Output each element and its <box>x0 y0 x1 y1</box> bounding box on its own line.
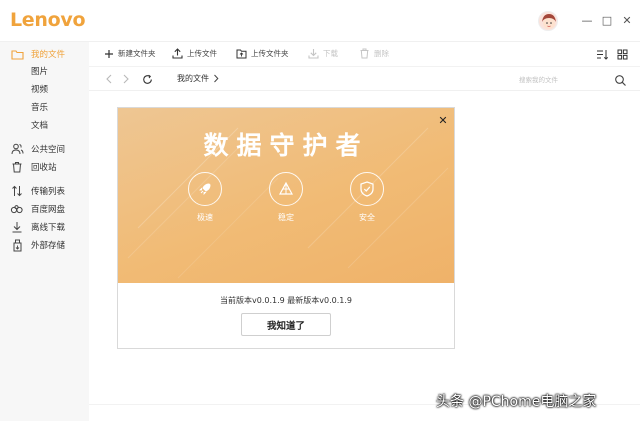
new-folder-button[interactable]: 新建文件夹 <box>103 48 156 59</box>
download-icon <box>10 220 24 234</box>
sidebar-item-label: 回收站 <box>31 163 57 173</box>
avatar[interactable] <box>538 11 558 31</box>
lenovo-logo: Lenovo <box>10 9 86 31</box>
sidebar-item-label: 百度网盘 <box>31 205 66 215</box>
banner-title: 数据守护者 <box>203 131 369 160</box>
sidebar-subitem-videos[interactable]: 视频 <box>31 83 48 97</box>
sidebar-item-public-space[interactable]: 公共空间 <box>0 140 89 158</box>
upload-file-button[interactable]: 上传文件 <box>172 48 217 59</box>
folder-icon <box>10 47 24 61</box>
toolbar-label: 新建文件夹 <box>118 49 156 58</box>
forward-icon[interactable] <box>120 72 132 86</box>
sidebar-item-label: 外部存储 <box>31 241 66 251</box>
sidebar-item-label: 公共空间 <box>31 145 66 155</box>
usb-icon <box>10 238 24 252</box>
feature-security: 安全 <box>337 172 397 223</box>
minimize-button[interactable]: — <box>580 13 594 27</box>
about-dialog: 数据守护者 极速 稳定 安全 ✕ 当前版本v0.0.1.9 最新版本v0.0.1… <box>117 107 455 349</box>
feature-label: 安全 <box>359 213 375 222</box>
delete-button[interactable]: 删除 <box>359 48 389 59</box>
people-icon <box>10 142 24 156</box>
feature-label: 极速 <box>197 213 213 222</box>
feature-speed: 极速 <box>175 172 235 223</box>
version-text: 当前版本v0.0.1.9 最新版本v0.0.1.9 <box>220 296 352 305</box>
search-icon[interactable] <box>614 72 627 86</box>
title-bar: Lenovo — □ ✕ <box>0 0 640 42</box>
toolbar-label: 上传文件 <box>187 49 217 58</box>
download-button[interactable]: 下载 <box>308 48 338 59</box>
sidebar-subitem-pictures[interactable]: 图片 <box>31 65 48 79</box>
got-it-button[interactable]: 我知道了 <box>241 313 331 336</box>
sidebar-item-external-storage[interactable]: 外部存储 <box>0 236 89 254</box>
upload-folder-button[interactable]: 上传文件夹 <box>236 48 289 59</box>
grid-view-icon[interactable] <box>615 48 629 60</box>
back-icon[interactable] <box>103 72 115 86</box>
watermark: 头条 @PChome电脑之家 <box>436 394 597 410</box>
sidebar-item-offline-download[interactable]: 离线下载 <box>0 218 89 236</box>
dialog-banner: 数据守护者 极速 稳定 安全 ✕ <box>118 108 454 283</box>
trash-icon <box>359 48 370 59</box>
breadcrumb[interactable]: 我的文件 <box>177 73 219 84</box>
feature-stability: 稳定 <box>256 172 316 223</box>
sidebar-item-my-files[interactable]: 我的文件 <box>0 45 89 63</box>
toolbar-label: 删除 <box>374 49 389 58</box>
rocket-icon <box>188 172 222 206</box>
search-input[interactable]: 搜索我的文件 <box>510 70 631 88</box>
pyramid-icon <box>269 172 303 206</box>
sidebar-item-label: 我的文件 <box>31 50 66 60</box>
app-window: Lenovo — □ ✕ 我的文件 图片 视频 音乐 文档 公共空间 回收站 传… <box>0 0 640 421</box>
sort-icon[interactable] <box>595 48 609 60</box>
close-window-button[interactable]: ✕ <box>620 13 634 27</box>
sidebar-item-baidu-cloud[interactable]: 百度网盘 <box>0 200 89 218</box>
download-icon <box>308 48 319 59</box>
folder-upload-icon <box>236 48 247 59</box>
close-icon[interactable]: ✕ <box>436 113 450 127</box>
feature-label: 稳定 <box>278 213 294 222</box>
sidebar-item-label: 传输列表 <box>31 187 66 197</box>
transfer-icon <box>10 184 24 198</box>
navigation-bar: 我的文件 搜索我的文件 <box>89 67 640 91</box>
chevron-right-icon <box>213 74 219 83</box>
breadcrumb-item[interactable]: 我的文件 <box>177 73 209 84</box>
upload-icon <box>172 48 183 59</box>
trash-icon <box>10 160 24 174</box>
shield-icon <box>350 172 384 206</box>
toolbar-label: 下载 <box>323 49 338 58</box>
refresh-icon[interactable] <box>141 72 153 86</box>
sidebar-item-recycle-bin[interactable]: 回收站 <box>0 158 89 176</box>
toolbar: 新建文件夹 上传文件 上传文件夹 下载 删除 <box>89 42 640 67</box>
sidebar-item-label: 离线下载 <box>31 223 66 233</box>
sidebar: 我的文件 图片 视频 音乐 文档 公共空间 回收站 传输列表 百度网盘 离线下载… <box>0 42 89 421</box>
maximize-button[interactable]: □ <box>600 13 614 27</box>
sidebar-item-transfer-list[interactable]: 传输列表 <box>0 182 89 200</box>
sidebar-subitem-music[interactable]: 音乐 <box>31 101 48 115</box>
cloud-icon <box>10 202 24 216</box>
plus-icon <box>103 48 114 59</box>
search-placeholder: 搜索我的文件 <box>519 76 558 84</box>
toolbar-label: 上传文件夹 <box>251 49 289 58</box>
sidebar-subitem-documents[interactable]: 文档 <box>31 119 48 133</box>
